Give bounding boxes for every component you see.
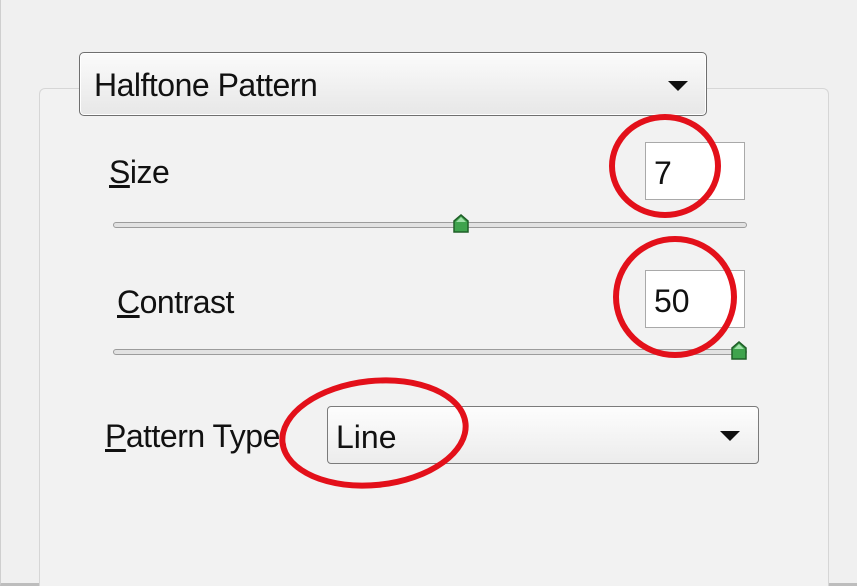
chevron-down-icon bbox=[668, 81, 688, 91]
pattern-type-label-mnemonic: P bbox=[105, 418, 126, 454]
size-slider-track[interactable] bbox=[113, 222, 747, 228]
size-label-rest: ize bbox=[129, 154, 170, 190]
chevron-down-icon bbox=[720, 431, 740, 441]
size-label: Size bbox=[109, 154, 170, 191]
size-slider-thumb[interactable] bbox=[453, 214, 469, 234]
contrast-label-mnemonic: C bbox=[117, 284, 140, 320]
filter-dropdown-value: Halftone Pattern bbox=[94, 67, 318, 103]
filter-dropdown[interactable]: Halftone Pattern bbox=[79, 52, 707, 116]
contrast-label-rest: ontrast bbox=[139, 284, 235, 320]
pattern-type-label-rest: attern Type: bbox=[125, 418, 289, 454]
filter-panel: Halftone Pattern Size 7 Contrast 50 Patt… bbox=[0, 0, 857, 586]
size-label-mnemonic: S bbox=[109, 154, 130, 190]
annotation-circle-contrast bbox=[613, 236, 737, 358]
pattern-type-label: Pattern Type: bbox=[105, 418, 289, 455]
annotation-circle-size bbox=[609, 114, 721, 218]
contrast-slider-thumb[interactable] bbox=[731, 341, 747, 361]
contrast-label: Contrast bbox=[117, 284, 234, 321]
